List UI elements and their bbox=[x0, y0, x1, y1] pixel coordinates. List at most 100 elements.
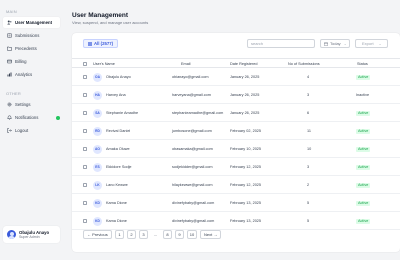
sidebar-section-other: OTHER bbox=[6, 91, 21, 96]
sidebar-item-user-management[interactable]: User Management bbox=[3, 17, 60, 28]
table-row[interactable]: KD Kama Dione divinefybaby@gmail.com Februa… bbox=[72, 194, 400, 212]
sidebar-item-settings[interactable]: Settings bbox=[3, 99, 60, 110]
user-name-cell: Kama Dione bbox=[106, 201, 127, 205]
page-button[interactable]: 1 bbox=[115, 230, 124, 239]
status-badge: Inactive bbox=[356, 92, 370, 97]
sidebar-item-label: Analytics bbox=[15, 72, 33, 77]
pagination: ← Previous 1 2 3 ... 8 9 10 Next → bbox=[72, 230, 400, 244]
row-checkbox[interactable] bbox=[83, 129, 87, 133]
row-checkbox[interactable] bbox=[83, 201, 87, 205]
email-cell: obasamaka@gmail.com bbox=[172, 147, 213, 151]
sidebar-item-notifications[interactable]: Notifications bbox=[3, 112, 60, 123]
user-name-cell: Ekkidore Sodje bbox=[106, 165, 132, 169]
table-row[interactable]: AO Amaka Oluwe obasamaka@gmail.com February… bbox=[72, 140, 400, 158]
table-row[interactable]: HA Harvey Ana harveyana@gmail.com January 2… bbox=[72, 86, 400, 104]
email-cell: jumbosone@gmail.com bbox=[172, 129, 212, 133]
page-button[interactable]: 8 bbox=[163, 230, 172, 239]
user-name-cell: Amaka Oluwe bbox=[106, 147, 130, 151]
date-cell: February 02, 2025 bbox=[230, 129, 262, 133]
date-filter-label: Today bbox=[330, 41, 341, 46]
all-users-filter[interactable]: All (2577) bbox=[83, 39, 119, 48]
submissions-cell: 5 bbox=[307, 219, 310, 223]
sidebar-item-label: Logout bbox=[15, 128, 29, 133]
sidebar-item-billing[interactable]: Billing bbox=[3, 56, 60, 67]
main-content: User Management View, suspend, and manag… bbox=[67, 0, 400, 260]
date-cell: February 13, 2025 bbox=[230, 201, 262, 205]
sidebar-item-label: Precedents bbox=[15, 46, 37, 51]
select-all-checkbox[interactable] bbox=[83, 61, 87, 66]
grid-icon bbox=[88, 41, 92, 46]
page-button[interactable]: 3 bbox=[139, 230, 148, 239]
page-button[interactable]: 10 bbox=[187, 230, 197, 239]
user-profile-card[interactable]: Obajulu Anayo Super Admin bbox=[3, 226, 60, 243]
user-avatar: AO bbox=[93, 144, 102, 154]
row-checkbox[interactable] bbox=[83, 183, 87, 187]
previous-label: Previous bbox=[92, 232, 108, 237]
status-badge: Active bbox=[356, 146, 371, 152]
submissions-cell: 3 bbox=[307, 93, 310, 97]
gear-icon bbox=[7, 102, 12, 107]
column-header-date: Date Registered bbox=[230, 62, 258, 66]
submissions-cell: 11 bbox=[307, 129, 311, 133]
folder-icon bbox=[7, 46, 12, 51]
notification-badge bbox=[56, 115, 60, 120]
table-row[interactable]: OA Obajulu Anayo obianayo@gmail.com January… bbox=[72, 68, 400, 86]
user-avatar: KD bbox=[93, 216, 102, 226]
user-name-cell: Harvey Ana bbox=[106, 93, 126, 97]
page-title: User Management bbox=[72, 12, 128, 19]
page-subtitle: View, suspend, and manage user accounts bbox=[72, 20, 149, 25]
table-row[interactable]: KD Kama Dione divinefybaby@gmail.com Februa… bbox=[72, 212, 400, 230]
sidebar-item-analytics[interactable]: Analytics bbox=[3, 69, 60, 80]
page-button[interactable]: 2 bbox=[127, 230, 136, 239]
date-cell: January 26, 2025 bbox=[230, 111, 260, 115]
sidebar-item-precedents[interactable]: Precedents bbox=[3, 43, 60, 54]
table-row[interactable]: ES Ekkidore Sodje sodjekidder@gmail.com Feb… bbox=[72, 158, 400, 176]
search-input[interactable] bbox=[247, 39, 315, 48]
status-badge: Active bbox=[356, 74, 371, 80]
submissions-cell: 6 bbox=[307, 111, 310, 115]
table-header: User's Name Email Date Registered No of … bbox=[72, 58, 400, 68]
table-row[interactable]: RD Revival Daniel jumbosone@gmail.com Febru… bbox=[72, 122, 400, 140]
sidebar-item-label: User Management bbox=[15, 20, 53, 25]
date-cell: January 26, 2025 bbox=[230, 75, 260, 79]
row-checkbox[interactable] bbox=[83, 111, 87, 115]
submissions-cell: 5 bbox=[307, 201, 310, 205]
date-filter-dropdown[interactable]: Today ⌄ bbox=[320, 39, 350, 48]
sidebar-item-logout[interactable]: Logout bbox=[3, 125, 60, 136]
email-cell: divinefybaby@gmail.com bbox=[172, 201, 215, 205]
row-checkbox[interactable] bbox=[83, 75, 87, 79]
chevron-down-icon: ⌄ bbox=[343, 41, 347, 46]
user-avatar: RD bbox=[93, 126, 102, 136]
user-avatar: HA bbox=[93, 90, 102, 100]
sidebar-section-main: MAIN bbox=[6, 9, 17, 14]
sidebar-item-submissions[interactable]: Submissions bbox=[3, 30, 60, 41]
chevron-down-icon: ⌄ bbox=[378, 41, 382, 46]
sidebar-item-label: Submissions bbox=[15, 33, 40, 38]
user-role: Super Admin bbox=[19, 234, 40, 239]
next-page-button[interactable]: Next → bbox=[200, 230, 222, 239]
user-name: Obajulu Anayo bbox=[19, 229, 50, 235]
avatar bbox=[7, 230, 16, 239]
user-name-cell: Stephanie Amadhe bbox=[106, 111, 139, 115]
row-checkbox[interactable] bbox=[83, 147, 87, 151]
calendar-icon bbox=[324, 41, 328, 46]
export-label: Export bbox=[362, 41, 374, 46]
row-checkbox[interactable] bbox=[83, 165, 87, 169]
previous-page-button[interactable]: ← Previous bbox=[83, 230, 112, 239]
logout-icon bbox=[7, 128, 12, 133]
arrow-right-icon: → bbox=[212, 232, 218, 237]
sidebar-item-label: Settings bbox=[15, 102, 31, 107]
status-badge: Active bbox=[356, 218, 371, 224]
card-icon bbox=[7, 59, 12, 64]
status-badge: Active bbox=[356, 128, 371, 134]
table-row[interactable]: LK Lano Kewwe hilaykewwe@gmail.com February… bbox=[72, 176, 400, 194]
row-checkbox[interactable] bbox=[83, 93, 87, 97]
all-users-label: All (2577) bbox=[94, 41, 114, 46]
column-header-email: Email bbox=[181, 62, 191, 66]
export-dropdown[interactable]: Export ⌄ bbox=[355, 39, 388, 48]
table-row[interactable]: SA Stephanie Amadhe stephanieamadhe@gmail.… bbox=[72, 104, 400, 122]
page-button[interactable]: 9 bbox=[175, 230, 184, 239]
sidebar-item-label: Notifications bbox=[15, 115, 39, 120]
submissions-cell: 2 bbox=[307, 183, 310, 187]
row-checkbox[interactable] bbox=[83, 219, 87, 223]
